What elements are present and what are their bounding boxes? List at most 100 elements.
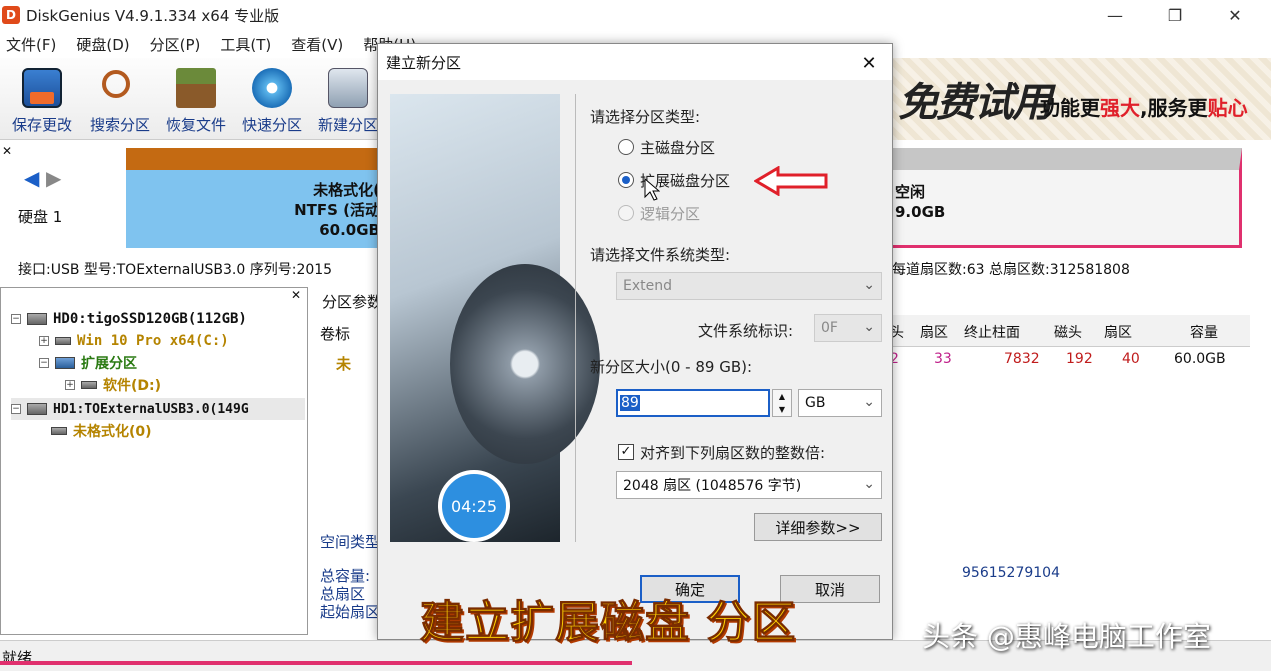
radio-primary[interactable] — [618, 139, 634, 155]
search-partition-button[interactable]: 搜索分区 — [84, 64, 156, 136]
watermark: 头条 @惠峰电脑工作室 — [922, 620, 1211, 653]
tab-partition-params[interactable]: 分区参数 — [322, 291, 382, 312]
search-partition-label: 搜索分区 — [89, 116, 150, 134]
close-icon: ✕ — [1228, 5, 1242, 25]
tree-label-extended: 扩展分区 — [81, 356, 137, 372]
hard-disk-illustration: 04:25 — [390, 94, 600, 542]
tree-item-unformatted[interactable]: 未格式化(0) — [51, 420, 152, 442]
partition-type-label: 请选择分区类型: — [590, 108, 701, 126]
title-bar: D DiskGenius V4.9.1.334 x64 专业版 — ❐ ✕ — [0, 0, 1271, 30]
close-window-button[interactable]: ✕ — [1205, 0, 1265, 30]
menu-view[interactable]: 查看(V) — [291, 34, 343, 55]
video-timer: 04:25 — [438, 470, 510, 542]
expand-icon[interactable]: + — [39, 336, 49, 346]
tree-close-icon[interactable]: ✕ — [291, 288, 301, 302]
minimize-button[interactable]: — — [1085, 0, 1145, 30]
fs-type-label: 请选择文件系统类型: — [590, 246, 731, 264]
radio-logical-label[interactable]: 逻辑分区 — [640, 203, 700, 224]
new-partition-dialog: 建立新分区 ✕ 04:25 请选择分区类型: 主磁盘分区 扩展磁盘分区 逻辑分区… — [377, 43, 893, 640]
new-partition-icon — [328, 68, 368, 108]
table-row[interactable]: 2 33 7832 192 40 60.0GB — [890, 351, 1250, 373]
fs-type-value: Extend — [623, 278, 672, 294]
restore-button[interactable]: ❐ — [1145, 0, 1205, 30]
row-volume-label: 未 — [336, 355, 352, 373]
restore-icon: ❐ — [1167, 5, 1183, 25]
fs-id-label: 文件系统标识: — [698, 322, 794, 340]
red-arrow-annotation-icon — [754, 166, 828, 196]
size-spinner[interactable]: ▲ ▼ — [772, 389, 792, 417]
radio-logical[interactable] — [618, 205, 634, 221]
ad-banner[interactable]: 免费试用 功能更强大,服务更贴心 — [890, 58, 1271, 140]
new-partition-label: 新建分区 — [317, 116, 378, 134]
recover-box-icon — [176, 68, 216, 108]
dialog-title-bar: 建立新分区 ✕ — [378, 44, 892, 80]
partition-block-unformatted[interactable]: 未格式化( NTFS (活动 60.0GB — [126, 148, 384, 248]
start-sector-label: 起始扇区 — [320, 603, 381, 621]
table-header: 头 扇区 终止柱面 磁头 扇区 容量 — [890, 315, 1250, 347]
align-label[interactable]: 对齐到下列扇区数的整数倍: — [640, 442, 825, 463]
collapse-icon[interactable]: − — [39, 358, 49, 368]
size-input[interactable]: 89 — [616, 389, 770, 417]
cell: 7832 — [1004, 351, 1040, 367]
menu-tools[interactable]: 工具(T) — [220, 34, 271, 55]
collapse-icon[interactable]: − — [11, 404, 21, 414]
tree-item-hd1[interactable]: − HD1:TOExternalUSB3.0(149G — [11, 398, 305, 420]
quick-partition-button[interactable]: 快速分区 — [236, 64, 308, 136]
align-value: 2048 扇区 (1048576 字节) — [623, 478, 802, 494]
menu-file[interactable]: 文件(F) — [6, 34, 56, 55]
part2-line1: 空闲 — [895, 183, 926, 201]
tree-item-extended[interactable]: − 扩展分区 — [39, 352, 137, 374]
radio-extended[interactable] — [618, 172, 634, 188]
part1-line1: 未格式化( — [313, 181, 380, 199]
minimize-icon: — — [1107, 5, 1123, 25]
panel-close-icon[interactable]: ✕ — [2, 144, 12, 158]
partition-icon — [55, 337, 71, 345]
tree-item-hd0[interactable]: − HD0:tigoSSD120GB(112GB) — [11, 308, 247, 330]
chevron-down-icon: ⌄ — [863, 319, 875, 335]
chevron-down-icon: ⌄ — [863, 277, 875, 293]
chevron-down-icon: ⌄ — [863, 476, 875, 492]
advanced-params-button[interactable]: 详细参数>> — [754, 513, 882, 541]
col-capacity: 容量 — [1190, 325, 1218, 341]
extended-partition-icon — [55, 357, 75, 369]
align-select[interactable]: 2048 扇区 (1048576 字节) ⌄ — [616, 471, 882, 499]
hard-disk-icon — [27, 313, 47, 325]
close-icon: ✕ — [861, 52, 877, 74]
tree-label-unformatted: 未格式化(0) — [73, 424, 152, 440]
partition-block-free[interactable]: 空闲 9.0GB — [890, 148, 1242, 248]
col-end-cylinder: 终止柱面 — [964, 325, 1020, 341]
radio-primary-label[interactable]: 主磁盘分区 — [640, 137, 715, 158]
dialog-title: 建立新分区 — [386, 53, 462, 72]
fs-id-select[interactable]: 0F ⌄ — [814, 314, 882, 342]
dialog-close-button[interactable]: ✕ — [856, 50, 882, 76]
banner-big-text: 免费试用 — [898, 80, 1052, 126]
cell: 192 — [1066, 351, 1093, 367]
tree-item-win[interactable]: + Win 10 Pro x64(C:) — [39, 330, 229, 352]
disk-label: 硬盘 1 — [18, 208, 63, 226]
tree-item-soft[interactable]: + 软件(D:) — [65, 374, 161, 396]
fs-type-select[interactable]: Extend ⌄ — [616, 272, 882, 300]
unit-select[interactable]: GB ⌄ — [798, 389, 882, 417]
menu-disk[interactable]: 硬盘(D) — [76, 34, 129, 55]
partition-icon — [51, 427, 67, 435]
part1-line3: 60.0GB — [319, 221, 380, 239]
collapse-icon[interactable]: − — [11, 314, 21, 324]
recover-files-label: 恢复文件 — [165, 116, 226, 134]
video-caption: 建立扩展磁盘 分区 — [419, 597, 797, 649]
menu-partition[interactable]: 分区(P) — [150, 34, 201, 55]
sector-number: 95615279104 — [962, 565, 1060, 581]
cell: 60.0GB — [1174, 351, 1226, 367]
tree-label-hd0: HD0:tigoSSD120GB(112GB) — [53, 311, 247, 327]
save-changes-button[interactable]: 保存更改 — [6, 64, 78, 136]
new-partition-button[interactable]: 新建分区 — [312, 64, 384, 136]
partition-icon — [81, 381, 97, 389]
save-icon — [22, 68, 62, 108]
recover-files-button[interactable]: 恢复文件 — [160, 64, 232, 136]
space-type-label: 空间类型 — [320, 533, 381, 551]
expand-icon[interactable]: + — [65, 380, 75, 390]
col-end-sector: 扇区 — [1104, 325, 1132, 341]
prev-disk-icon[interactable]: ◀ — [24, 166, 39, 190]
col-volume-label: 卷标 — [320, 325, 351, 343]
align-checkbox[interactable]: ✓ — [618, 444, 634, 460]
next-disk-icon[interactable]: ▶ — [46, 166, 61, 190]
